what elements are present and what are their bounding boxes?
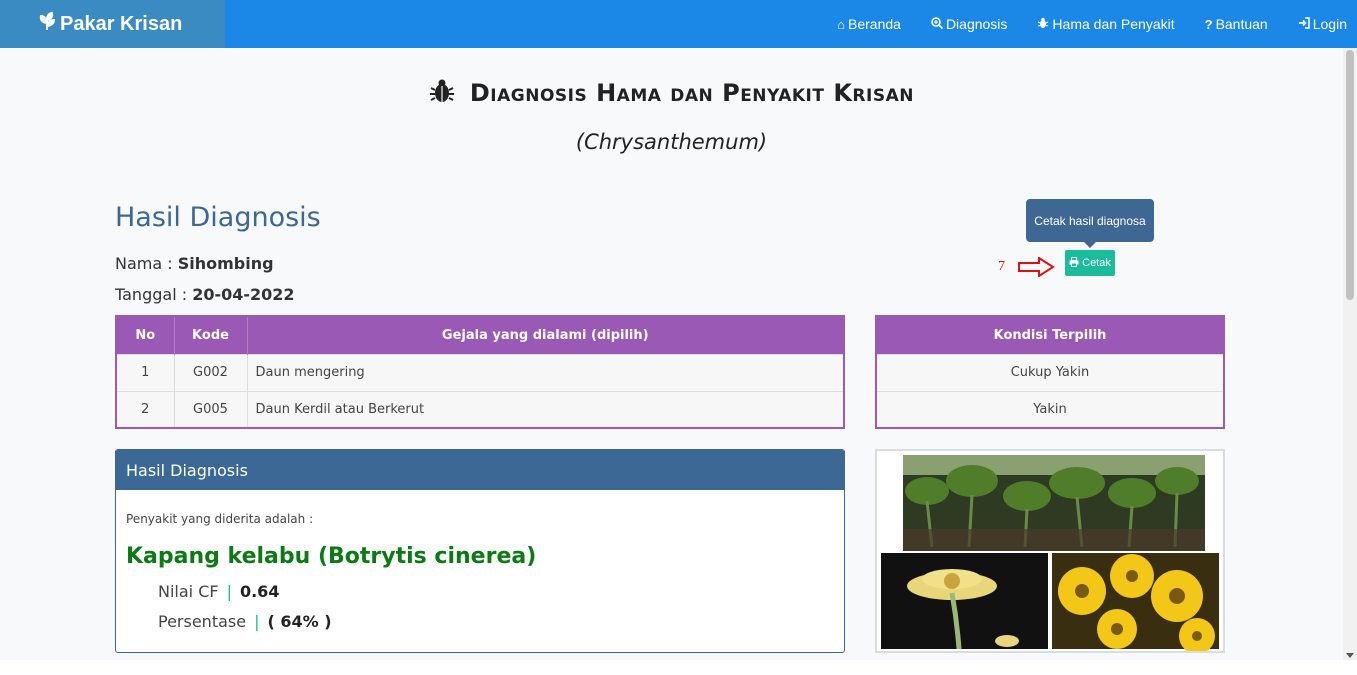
cell-kondisi: Cukup Yakin bbox=[876, 353, 1224, 391]
nav-label: Beranda bbox=[848, 16, 901, 32]
nama-row: Nama : Sihombing bbox=[115, 254, 274, 273]
cf-row: Nilai CF | 0.64 bbox=[158, 582, 280, 601]
page-title-text: Diagnosis Hama dan Penyakit Krisan bbox=[469, 79, 914, 107]
print-tooltip: Cetak hasil diagnosa bbox=[1026, 199, 1154, 248]
page-title: Diagnosis Hama dan Penyakit Krisan bbox=[0, 78, 1343, 110]
persen-label: Persentase bbox=[158, 612, 247, 631]
red-arrow-annotation bbox=[1017, 256, 1055, 281]
nav-login[interactable]: Login bbox=[1298, 16, 1347, 32]
brand-name: Pakar Krisan bbox=[60, 12, 183, 35]
persen-value: ( 64% ) bbox=[267, 612, 332, 631]
bottom-strip bbox=[0, 660, 1357, 675]
nama-label: Nama : bbox=[115, 254, 178, 273]
nav-label: Login bbox=[1312, 16, 1347, 32]
nav-hama-penyakit[interactable]: Hama dan Penyakit bbox=[1037, 16, 1175, 32]
table-row: Cukup Yakin bbox=[876, 353, 1224, 391]
brand-link[interactable]: Pakar Krisan bbox=[0, 0, 225, 48]
cf-value: 0.64 bbox=[239, 582, 280, 601]
disease-name: Kapang kelabu (Botrytis cinerea) bbox=[126, 544, 537, 569]
scrollbar-thumb[interactable] bbox=[1346, 50, 1354, 300]
cell-no: 2 bbox=[116, 390, 175, 428]
bug-icon bbox=[1037, 17, 1049, 32]
cell-no: 1 bbox=[116, 353, 175, 391]
nav-beranda[interactable]: ⌂ Beranda bbox=[837, 16, 901, 32]
home-icon: ⌂ bbox=[837, 16, 845, 32]
question-icon: ? bbox=[1204, 16, 1213, 32]
nav-bantuan[interactable]: ? Bantuan bbox=[1205, 16, 1268, 32]
result-heading: Hasil Diagnosis bbox=[115, 202, 321, 233]
nav-menu: ⌂ Beranda Diagnosis Hama dan Penyakit ? … bbox=[807, 0, 1347, 48]
persentase-row: Persentase |( 64% ) bbox=[158, 612, 332, 631]
tanggal-label: Tanggal : bbox=[115, 285, 193, 304]
col-gejala: Gejala yang dialami (dipilih) bbox=[247, 316, 845, 354]
cell-kode: G002 bbox=[174, 353, 248, 391]
print-button[interactable]: Cetak bbox=[1065, 250, 1115, 276]
kondisi-table: Kondisi Terpilih Cukup Yakin Yakin bbox=[875, 315, 1225, 429]
nav-diagnosis[interactable]: Diagnosis bbox=[931, 16, 1007, 32]
table-row: Yakin bbox=[876, 390, 1224, 428]
nav-label: Hama dan Penyakit bbox=[1052, 16, 1175, 32]
print-button-label: Cetak bbox=[1082, 257, 1111, 269]
col-kondisi: Kondisi Terpilih bbox=[876, 316, 1224, 354]
tanggal-value: 20-04-2022 bbox=[192, 285, 295, 304]
disease-image bbox=[875, 449, 1225, 653]
disease-label: Penyakit yang diderita adalah : bbox=[126, 512, 314, 526]
col-no: No bbox=[116, 316, 175, 354]
tanggal-row: Tanggal : 20-04-2022 bbox=[115, 285, 295, 304]
print-icon bbox=[1069, 256, 1079, 270]
table-row: 1 G002 Daun mengering bbox=[116, 353, 845, 391]
cell-kondisi: Yakin bbox=[876, 390, 1224, 428]
gejala-table: No Kode Gejala yang dialami (dipilih) 1 … bbox=[115, 315, 845, 429]
nav-label: Diagnosis bbox=[945, 16, 1008, 32]
diagnosis-panel: Hasil Diagnosis Penyakit yang diderita a… bbox=[115, 449, 845, 653]
page-subtitle: (Chrysanthemum) bbox=[575, 130, 768, 154]
cell-gejala: Daun mengering bbox=[247, 353, 845, 391]
table-row: 2 G005 Daun Kerdil atau Berkerut bbox=[116, 390, 845, 428]
table-header-row: No Kode Gejala yang dialami (dipilih) bbox=[116, 316, 845, 354]
panel-title: Hasil Diagnosis bbox=[116, 450, 844, 490]
top-navbar: Pakar Krisan ⌂ Beranda Diagnosis Hama da… bbox=[0, 0, 1357, 48]
scroll-down-arrow[interactable] bbox=[1346, 653, 1354, 658]
search-plus-icon bbox=[931, 16, 944, 32]
col-kode: Kode bbox=[174, 316, 248, 354]
nav-label: Bantuan bbox=[1215, 16, 1268, 32]
cell-kode: G005 bbox=[174, 390, 248, 428]
sign-in-icon bbox=[1298, 16, 1310, 32]
main-content: Diagnosis Hama dan Penyakit Krisan (Chry… bbox=[0, 48, 1343, 660]
leaf-icon bbox=[38, 11, 56, 37]
step-number: 7 bbox=[998, 259, 1005, 274]
cell-gejala: Daun Kerdil atau Berkerut bbox=[247, 390, 845, 428]
nama-value: Sihombing bbox=[177, 254, 274, 273]
cf-label: Nilai CF bbox=[158, 582, 219, 601]
table-header-row: Kondisi Terpilih bbox=[876, 316, 1224, 354]
vertical-scrollbar[interactable] bbox=[1343, 48, 1357, 660]
bug-icon bbox=[429, 78, 455, 110]
